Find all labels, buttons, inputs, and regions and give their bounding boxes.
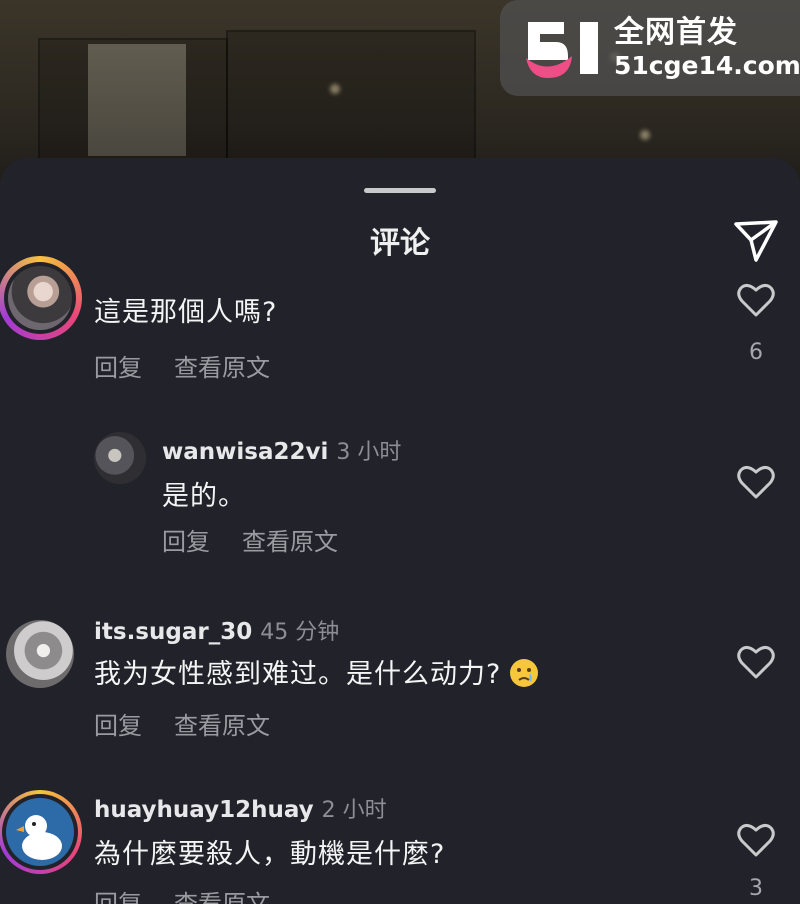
reply-button[interactable]: 回复 [94,712,142,740]
comment-time: 3 小时 [336,440,402,465]
username[interactable]: its.sugar_30 [94,619,252,645]
view-original-button[interactable]: 查看原文 [174,890,270,904]
comment-actions: 回复 查看原文 [94,884,302,904]
username[interactable]: wanwisa22vi [162,439,328,465]
comment-time: 45 分钟 [260,620,340,645]
comments-sheet: 评论 這是那個人嗎? 回复 查看原文 6 wanwisa22vi 3 小时 是的。 … [0,158,800,904]
reply-button[interactable]: 回复 [94,890,142,904]
like-count: 3 [749,876,763,901]
comment-text-content: 我为女性感到难过。是什么动力? [94,659,502,690]
reply-button[interactable]: 回复 [94,354,142,382]
comment-actions: 回复 查看原文 [94,706,302,741]
avatar[interactable] [4,262,76,334]
comment-time: 2 小时 [321,798,387,823]
sheet-title: 评论 [370,226,430,261]
background-light [640,130,650,140]
comment-text: 我为女性感到难过。是什么动力? [94,652,539,691]
avatar[interactable] [94,432,146,484]
drag-handle[interactable] [364,188,436,193]
like-count: 6 [749,340,763,365]
view-original-button[interactable]: 查看原文 [174,354,270,382]
reply-button[interactable]: 回复 [162,528,210,556]
heart-outline-icon[interactable] [737,644,775,680]
comment-text: 是的。 [162,481,246,512]
watermark-logo-icon [524,16,606,80]
avatar[interactable] [2,794,78,870]
avatar[interactable] [6,620,74,688]
watermark-badge: 全网首发 51cge14.com [500,0,800,96]
comment-text: 為什麼要殺人，動機是什麼? [94,839,446,870]
watermark-url: 51cge14.com [614,51,800,80]
comment-username: its.sugar_30 45 分钟 [94,614,339,646]
background-paper [88,44,186,156]
paper-plane-icon[interactable] [732,216,780,264]
view-original-button[interactable]: 查看原文 [174,712,270,740]
username[interactable]: huayhuay12huay [94,797,314,823]
heart-outline-icon[interactable] [737,464,775,500]
comment-actions: 回复 查看原文 [94,348,302,383]
heart-outline-icon[interactable] [737,282,775,318]
crying-face-emoji [510,659,539,687]
heart-outline-icon[interactable] [737,822,775,858]
comment-username: huayhuay12huay 2 小时 [94,792,387,824]
background-light [330,84,340,94]
comment-text: 這是那個人嗎? [94,297,278,328]
comment-username: wanwisa22vi 3 小时 [162,434,401,466]
comment-actions: 回复 查看原文 [162,522,370,557]
duck-avatar-icon [16,815,62,860]
view-original-button[interactable]: 查看原文 [242,528,338,556]
watermark-title: 全网首发 [614,15,738,50]
